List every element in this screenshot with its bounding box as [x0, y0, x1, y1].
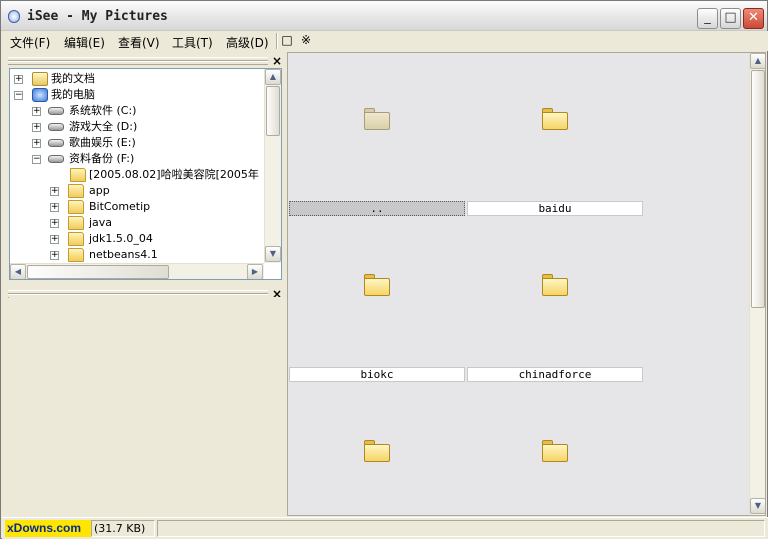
folder-icon: [68, 216, 84, 230]
maximize-button[interactable]: □: [720, 8, 741, 29]
thumbnail-label[interactable]: chinadforce: [467, 367, 643, 382]
tree-list: + 我的文档 − 我的电脑 + 系统软件 (C:) + 游戏大全 (D:) + …: [10, 69, 264, 263]
tree-item-label: 我的电脑: [51, 88, 95, 101]
scroll-thumb[interactable]: [266, 86, 280, 136]
scroll-thumb[interactable]: [27, 265, 169, 279]
scroll-up-icon[interactable]: ▲: [750, 53, 765, 69]
scroll-right-icon[interactable]: ▶: [247, 264, 263, 279]
expand-icon[interactable]: +: [50, 203, 59, 212]
square-icon[interactable]: □: [279, 33, 295, 49]
expand-icon[interactable]: +: [50, 219, 59, 228]
reference-mark-icon[interactable]: ※: [298, 33, 314, 49]
collapse-icon[interactable]: −: [32, 155, 41, 164]
folder-icon[interactable]: [542, 440, 568, 462]
folder-icon: [68, 232, 84, 246]
status-file-size: (31.7 KB): [91, 520, 155, 537]
parent-folder-icon[interactable]: [364, 108, 390, 130]
scroll-down-icon[interactable]: ▼: [265, 246, 281, 262]
expand-icon[interactable]: +: [32, 107, 41, 116]
expand-icon[interactable]: +: [50, 235, 59, 244]
folder-icon: [68, 200, 84, 214]
left-pane: × + 我的文档 − 我的电脑 + 系统软件 (C:) + 游戏大全 (D:) …: [4, 52, 286, 516]
thumbnail-label[interactable]: ..: [289, 201, 465, 216]
folder-icon: [70, 168, 86, 182]
tree-item-label: netbeans4.1: [89, 248, 158, 261]
thumbnail-label[interactable]: baidu: [467, 201, 643, 216]
scroll-thumb[interactable]: [751, 70, 765, 308]
menu-bar: 文件(F) 编辑(E) 查看(V) 工具(T) 高级(D) □ ※: [2, 31, 768, 51]
folder-icon: [68, 184, 84, 198]
folder-icon[interactable]: [542, 274, 568, 296]
expand-icon[interactable]: +: [32, 123, 41, 132]
folder-tree[interactable]: + 我的文档 − 我的电脑 + 系统软件 (C:) + 游戏大全 (D:) + …: [9, 68, 282, 280]
tree-item-label: 资料备份 (F:): [69, 152, 135, 165]
status-message: [157, 520, 765, 537]
title-bar[interactable]: iSee - My Pictures _ □ ✕: [1, 1, 767, 31]
collapse-icon[interactable]: −: [14, 91, 23, 100]
close-button[interactable]: ✕: [743, 8, 764, 29]
computer-icon: [32, 88, 48, 102]
tree-vertical-scrollbar[interactable]: ▲ ▼: [264, 69, 281, 263]
folder-icon[interactable]: [364, 274, 390, 296]
folder-icon: [68, 248, 84, 262]
tree-item-label: 歌曲娱乐 (E:): [69, 136, 136, 149]
minimize-button[interactable]: _: [697, 8, 718, 29]
drive-icon: [48, 155, 64, 163]
drive-icon: [48, 107, 64, 115]
menu-separator: [276, 33, 278, 49]
thumbnail-label[interactable]: biokc: [289, 367, 465, 382]
tree-pane-close-icon[interactable]: ×: [272, 55, 282, 67]
tree-horizontal-scrollbar[interactable]: ◀ ▶: [10, 263, 264, 279]
thumbnail-view[interactable]: .. baidu biokc chinadforce ▲ ▼: [287, 52, 766, 516]
folder-icon[interactable]: [542, 108, 568, 130]
menu-tools[interactable]: 工具(T): [172, 34, 213, 51]
content-vertical-scrollbar[interactable]: ▲ ▼: [749, 53, 765, 515]
tree-item-label: app: [89, 184, 110, 197]
tree-item-label: 系统软件 (C:): [69, 104, 137, 117]
folder-icon[interactable]: [364, 440, 390, 462]
tree-item-label: 我的文档: [51, 72, 95, 85]
preview-pane: [9, 297, 282, 516]
app-icon: [8, 10, 20, 23]
app-window: iSee - My Pictures _ □ ✕ 文件(F) 编辑(E) 查看(…: [0, 0, 768, 539]
documents-icon: [32, 72, 48, 86]
menu-edit[interactable]: 编辑(E): [64, 34, 105, 51]
tree-item-label: java: [89, 216, 113, 229]
expand-icon[interactable]: +: [50, 251, 59, 260]
site-logo: xDowns.com: [5, 520, 91, 537]
menu-file[interactable]: 文件(F): [10, 34, 50, 51]
status-bar: xDowns.com (31.7 KB): [2, 517, 768, 539]
tree-item-label: [2005.08.02]哈啦美容院[2005年: [89, 168, 259, 181]
scroll-up-icon[interactable]: ▲: [265, 69, 281, 85]
pane-grip[interactable]: [8, 61, 268, 65]
menu-advanced[interactable]: 高级(D): [226, 34, 269, 51]
scroll-down-icon[interactable]: ▼: [750, 498, 765, 514]
expand-icon[interactable]: +: [14, 75, 23, 84]
tree-item-label: jdk1.5.0_04: [89, 232, 153, 245]
tree-item-label: BitCometip: [89, 200, 151, 213]
expand-icon[interactable]: +: [50, 187, 59, 196]
scroll-left-icon[interactable]: ◀: [10, 264, 26, 279]
drive-icon: [48, 139, 64, 147]
expand-icon[interactable]: +: [32, 139, 41, 148]
drive-icon: [48, 123, 64, 131]
tree-item-label: 游戏大全 (D:): [69, 120, 138, 133]
menu-view[interactable]: 查看(V): [118, 34, 160, 51]
window-title: iSee - My Pictures: [27, 9, 168, 24]
